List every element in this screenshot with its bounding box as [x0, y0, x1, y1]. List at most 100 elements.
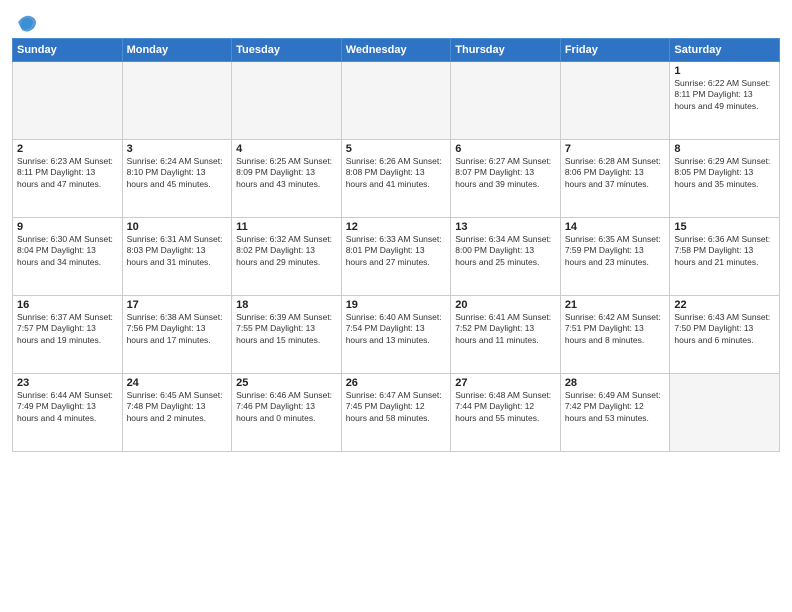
- day-info: Sunrise: 6:31 AM Sunset: 8:03 PM Dayligh…: [127, 234, 228, 268]
- day-info: Sunrise: 6:32 AM Sunset: 8:02 PM Dayligh…: [236, 234, 337, 268]
- day-info: Sunrise: 6:37 AM Sunset: 7:57 PM Dayligh…: [17, 312, 118, 346]
- day-info: Sunrise: 6:40 AM Sunset: 7:54 PM Dayligh…: [346, 312, 447, 346]
- header: [12, 10, 780, 34]
- day-info: Sunrise: 6:47 AM Sunset: 7:45 PM Dayligh…: [346, 390, 447, 424]
- day-info: Sunrise: 6:34 AM Sunset: 8:00 PM Dayligh…: [455, 234, 556, 268]
- day-number: 22: [674, 299, 775, 311]
- calendar-week-3: 16Sunrise: 6:37 AM Sunset: 7:57 PM Dayli…: [13, 296, 780, 374]
- calendar-cell: 23Sunrise: 6:44 AM Sunset: 7:49 PM Dayli…: [13, 374, 123, 452]
- day-number: 19: [346, 299, 447, 311]
- calendar-cell: 26Sunrise: 6:47 AM Sunset: 7:45 PM Dayli…: [341, 374, 451, 452]
- calendar-cell: 7Sunrise: 6:28 AM Sunset: 8:06 PM Daylig…: [560, 140, 670, 218]
- day-number: 21: [565, 299, 666, 311]
- day-number: 12: [346, 221, 447, 233]
- day-number: 3: [127, 143, 228, 155]
- day-info: Sunrise: 6:33 AM Sunset: 8:01 PM Dayligh…: [346, 234, 447, 268]
- day-number: 16: [17, 299, 118, 311]
- day-info: Sunrise: 6:46 AM Sunset: 7:46 PM Dayligh…: [236, 390, 337, 424]
- calendar-cell: [451, 62, 561, 140]
- calendar-cell: 18Sunrise: 6:39 AM Sunset: 7:55 PM Dayli…: [232, 296, 342, 374]
- day-number: 13: [455, 221, 556, 233]
- calendar-cell: 24Sunrise: 6:45 AM Sunset: 7:48 PM Dayli…: [122, 374, 232, 452]
- calendar-cell: 8Sunrise: 6:29 AM Sunset: 8:05 PM Daylig…: [670, 140, 780, 218]
- calendar-week-4: 23Sunrise: 6:44 AM Sunset: 7:49 PM Dayli…: [13, 374, 780, 452]
- calendar-cell: [560, 62, 670, 140]
- day-number: 9: [17, 221, 118, 233]
- calendar-cell: 16Sunrise: 6:37 AM Sunset: 7:57 PM Dayli…: [13, 296, 123, 374]
- day-header-thursday: Thursday: [451, 39, 561, 62]
- day-number: 6: [455, 143, 556, 155]
- day-number: 15: [674, 221, 775, 233]
- day-number: 11: [236, 221, 337, 233]
- day-number: 7: [565, 143, 666, 155]
- logo-icon: [14, 10, 38, 34]
- calendar-week-0: 1Sunrise: 6:22 AM Sunset: 8:11 PM Daylig…: [13, 62, 780, 140]
- day-info: Sunrise: 6:26 AM Sunset: 8:08 PM Dayligh…: [346, 156, 447, 190]
- calendar-cell: 14Sunrise: 6:35 AM Sunset: 7:59 PM Dayli…: [560, 218, 670, 296]
- calendar-cell: [232, 62, 342, 140]
- day-number: 10: [127, 221, 228, 233]
- calendar-cell: [122, 62, 232, 140]
- calendar-cell: 12Sunrise: 6:33 AM Sunset: 8:01 PM Dayli…: [341, 218, 451, 296]
- day-header-tuesday: Tuesday: [232, 39, 342, 62]
- calendar-cell: 10Sunrise: 6:31 AM Sunset: 8:03 PM Dayli…: [122, 218, 232, 296]
- day-number: 4: [236, 143, 337, 155]
- day-number: 8: [674, 143, 775, 155]
- calendar-cell: 6Sunrise: 6:27 AM Sunset: 8:07 PM Daylig…: [451, 140, 561, 218]
- calendar-cell: [341, 62, 451, 140]
- calendar-cell: 20Sunrise: 6:41 AM Sunset: 7:52 PM Dayli…: [451, 296, 561, 374]
- day-header-sunday: Sunday: [13, 39, 123, 62]
- calendar-cell: 13Sunrise: 6:34 AM Sunset: 8:00 PM Dayli…: [451, 218, 561, 296]
- calendar-cell: 28Sunrise: 6:49 AM Sunset: 7:42 PM Dayli…: [560, 374, 670, 452]
- day-number: 17: [127, 299, 228, 311]
- day-info: Sunrise: 6:43 AM Sunset: 7:50 PM Dayligh…: [674, 312, 775, 346]
- day-number: 26: [346, 377, 447, 389]
- day-number: 2: [17, 143, 118, 155]
- day-info: Sunrise: 6:25 AM Sunset: 8:09 PM Dayligh…: [236, 156, 337, 190]
- calendar-week-1: 2Sunrise: 6:23 AM Sunset: 8:11 PM Daylig…: [13, 140, 780, 218]
- day-info: Sunrise: 6:23 AM Sunset: 8:11 PM Dayligh…: [17, 156, 118, 190]
- day-number: 5: [346, 143, 447, 155]
- calendar-cell: 25Sunrise: 6:46 AM Sunset: 7:46 PM Dayli…: [232, 374, 342, 452]
- day-info: Sunrise: 6:42 AM Sunset: 7:51 PM Dayligh…: [565, 312, 666, 346]
- day-number: 23: [17, 377, 118, 389]
- day-info: Sunrise: 6:38 AM Sunset: 7:56 PM Dayligh…: [127, 312, 228, 346]
- day-number: 27: [455, 377, 556, 389]
- day-number: 14: [565, 221, 666, 233]
- calendar-cell: 11Sunrise: 6:32 AM Sunset: 8:02 PM Dayli…: [232, 218, 342, 296]
- calendar-cell: 5Sunrise: 6:26 AM Sunset: 8:08 PM Daylig…: [341, 140, 451, 218]
- calendar-cell: 4Sunrise: 6:25 AM Sunset: 8:09 PM Daylig…: [232, 140, 342, 218]
- day-info: Sunrise: 6:30 AM Sunset: 8:04 PM Dayligh…: [17, 234, 118, 268]
- calendar-cell: 3Sunrise: 6:24 AM Sunset: 8:10 PM Daylig…: [122, 140, 232, 218]
- day-info: Sunrise: 6:35 AM Sunset: 7:59 PM Dayligh…: [565, 234, 666, 268]
- calendar-cell: 27Sunrise: 6:48 AM Sunset: 7:44 PM Dayli…: [451, 374, 561, 452]
- day-info: Sunrise: 6:28 AM Sunset: 8:06 PM Dayligh…: [565, 156, 666, 190]
- calendar-cell: 2Sunrise: 6:23 AM Sunset: 8:11 PM Daylig…: [13, 140, 123, 218]
- calendar-cell: 15Sunrise: 6:36 AM Sunset: 7:58 PM Dayli…: [670, 218, 780, 296]
- day-info: Sunrise: 6:27 AM Sunset: 8:07 PM Dayligh…: [455, 156, 556, 190]
- day-info: Sunrise: 6:24 AM Sunset: 8:10 PM Dayligh…: [127, 156, 228, 190]
- day-info: Sunrise: 6:48 AM Sunset: 7:44 PM Dayligh…: [455, 390, 556, 424]
- day-header-wednesday: Wednesday: [341, 39, 451, 62]
- day-info: Sunrise: 6:49 AM Sunset: 7:42 PM Dayligh…: [565, 390, 666, 424]
- day-info: Sunrise: 6:29 AM Sunset: 8:05 PM Dayligh…: [674, 156, 775, 190]
- day-header-friday: Friday: [560, 39, 670, 62]
- calendar-week-2: 9Sunrise: 6:30 AM Sunset: 8:04 PM Daylig…: [13, 218, 780, 296]
- day-info: Sunrise: 6:39 AM Sunset: 7:55 PM Dayligh…: [236, 312, 337, 346]
- day-info: Sunrise: 6:45 AM Sunset: 7:48 PM Dayligh…: [127, 390, 228, 424]
- day-number: 18: [236, 299, 337, 311]
- calendar-cell: 22Sunrise: 6:43 AM Sunset: 7:50 PM Dayli…: [670, 296, 780, 374]
- page: SundayMondayTuesdayWednesdayThursdayFrid…: [0, 0, 792, 612]
- calendar-cell: 21Sunrise: 6:42 AM Sunset: 7:51 PM Dayli…: [560, 296, 670, 374]
- day-number: 25: [236, 377, 337, 389]
- day-number: 20: [455, 299, 556, 311]
- calendar-cell: 17Sunrise: 6:38 AM Sunset: 7:56 PM Dayli…: [122, 296, 232, 374]
- day-number: 28: [565, 377, 666, 389]
- day-info: Sunrise: 6:41 AM Sunset: 7:52 PM Dayligh…: [455, 312, 556, 346]
- calendar-cell: 1Sunrise: 6:22 AM Sunset: 8:11 PM Daylig…: [670, 62, 780, 140]
- day-header-monday: Monday: [122, 39, 232, 62]
- calendar-header-row: SundayMondayTuesdayWednesdayThursdayFrid…: [13, 39, 780, 62]
- calendar-cell: [670, 374, 780, 452]
- calendar-cell: 19Sunrise: 6:40 AM Sunset: 7:54 PM Dayli…: [341, 296, 451, 374]
- calendar-cell: [13, 62, 123, 140]
